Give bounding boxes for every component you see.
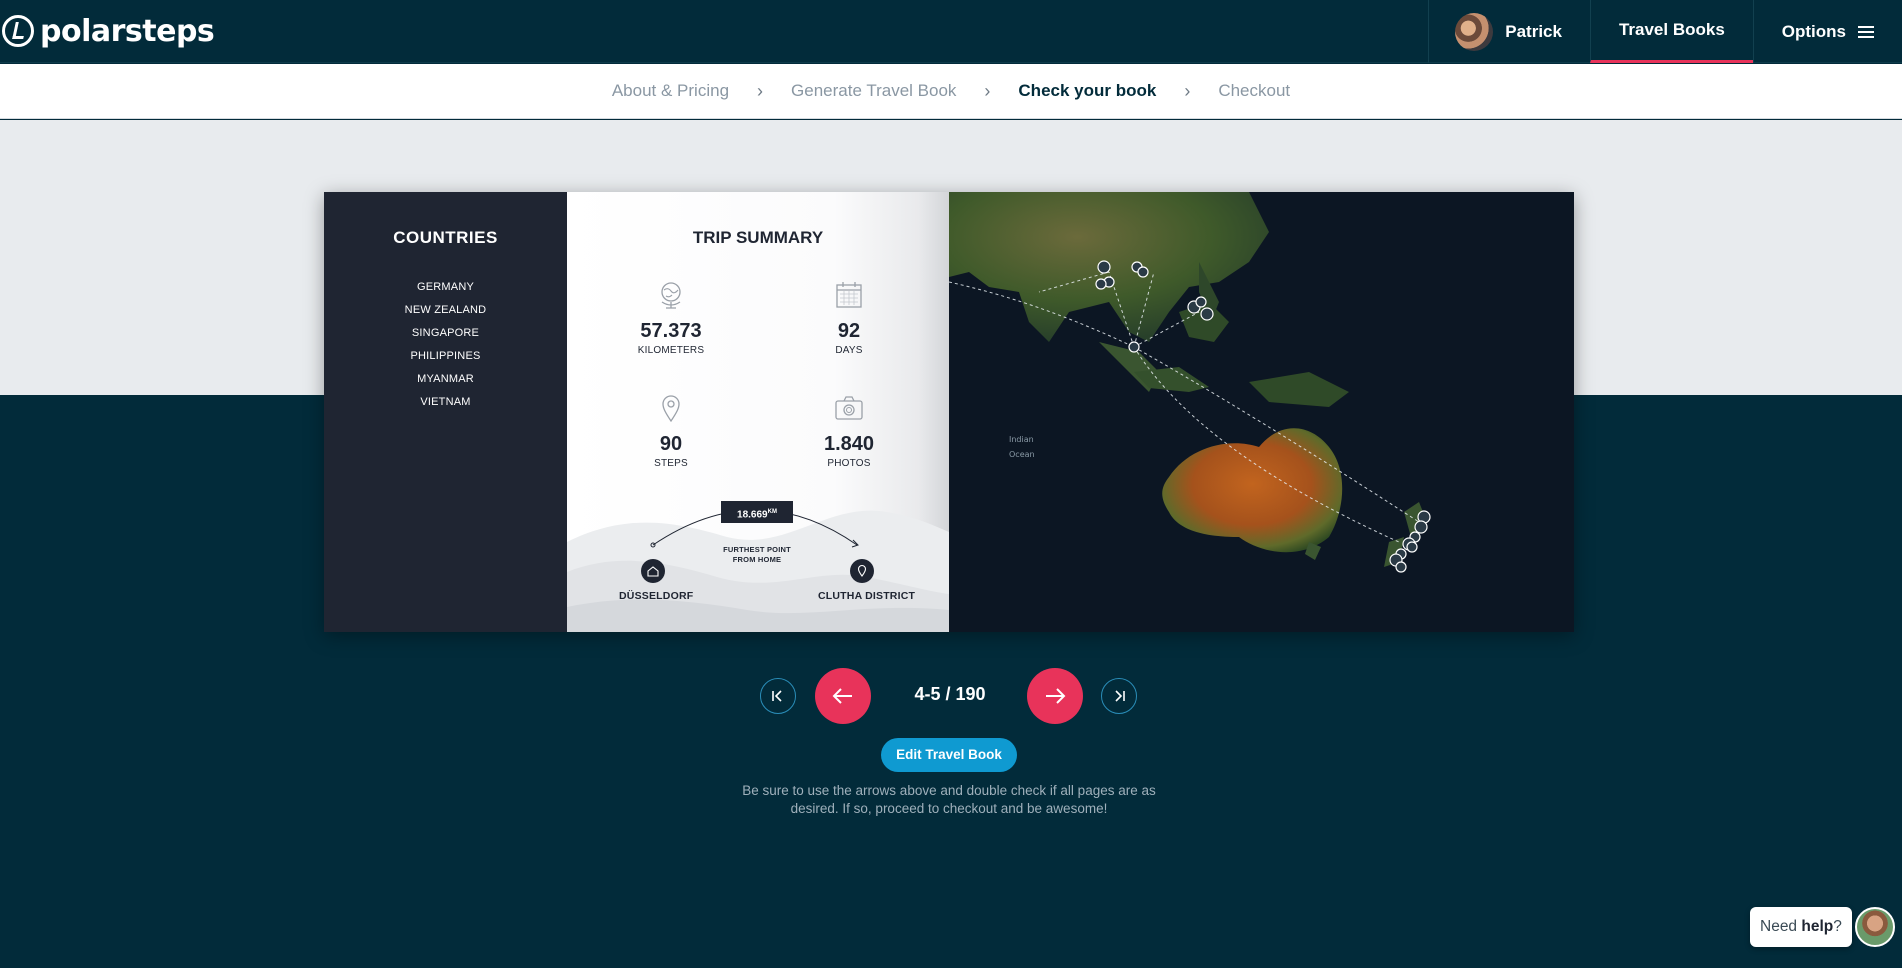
page-counter: 4-5 / 190 (914, 684, 986, 704)
last-page-button[interactable] (1101, 678, 1137, 714)
page-navigation: 4-5 / 190 (0, 668, 1902, 724)
next-page-button[interactable] (1027, 668, 1083, 724)
country-list: GERMANY NEW ZEALAND SINGAPORE PHILIPPINE… (324, 276, 567, 414)
stat-steps: 90 STEPS (611, 393, 731, 469)
first-page-icon (772, 690, 782, 702)
furthest-line2: FROM HOME (732, 555, 782, 564)
support-agent-avatar[interactable] (1855, 907, 1895, 947)
stat-photos-value: 1.840 (823, 433, 875, 455)
furthest-point-caption: FURTHEST POINT FROM HOME (707, 545, 807, 565)
breadcrumb-about-pricing[interactable]: About & Pricing (584, 81, 757, 101)
countries-title: COUNTRIES (393, 228, 498, 247)
help-suffix: ? (1833, 918, 1842, 935)
home-icon (641, 559, 665, 583)
polarsteps-logo-icon (2, 15, 34, 47)
country-item: GERMANY (416, 281, 475, 293)
last-page-icon (1115, 690, 1125, 702)
help-strong: help (1801, 918, 1834, 935)
help-prefix: Need (1760, 918, 1802, 935)
stat-photos: 1.840 PHOTOS (789, 393, 909, 469)
stat-kilometers-value: 57.373 (640, 320, 702, 342)
satellite-map: Indian Ocean (949, 192, 1574, 632)
countries-page: COUNTRIES GERMANY NEW ZEALAND SINGAPORE … (324, 192, 567, 632)
nav-travel-books[interactable]: Travel Books (1589, 0, 1753, 63)
options-label: Options (1781, 21, 1846, 41)
nav-travel-books-label: Travel Books (1618, 20, 1725, 39)
country-item: VIETNAM (420, 396, 471, 408)
svg-text:Indian: Indian (1009, 435, 1034, 444)
hamburger-menu-icon (1858, 25, 1874, 38)
edit-travel-book-button[interactable]: Edit Travel Book (881, 738, 1017, 772)
svg-text:Ocean: Ocean (1009, 450, 1035, 459)
breadcrumb-checkout[interactable]: Checkout (1190, 81, 1318, 101)
furthest-distance-value: 18.669 (737, 509, 768, 521)
options-menu-button[interactable]: Options (1752, 0, 1902, 63)
polarsteps-logo[interactable]: polarsteps (2, 13, 215, 49)
country-item: SINGAPORE (411, 327, 480, 339)
destination-pin-icon (850, 559, 874, 583)
country-item: NEW ZEALAND (404, 304, 487, 316)
country-item: MYANMAR (417, 373, 474, 385)
camera-icon (834, 393, 864, 423)
stat-steps-value: 90 (659, 433, 683, 455)
logo-text: polarsteps (40, 13, 215, 49)
trip-summary-title: TRIP SUMMARY (692, 228, 824, 247)
top-navigation-bar: polarsteps Patrick Travel Books Options (0, 0, 1902, 63)
trip-map-page: Indian Ocean (949, 192, 1574, 632)
globe-icon (656, 280, 686, 310)
furthest-line1: FURTHEST POINT (723, 545, 791, 554)
breadcrumb-check-your-book[interactable]: Check your book (990, 81, 1184, 101)
furthest-distance-badge: 18.669KM (721, 501, 793, 523)
user-name: Patrick (1505, 21, 1562, 41)
location-pin-icon (656, 393, 686, 423)
stat-kilometers-label: KILOMETERS (637, 345, 705, 356)
breadcrumb: About & Pricing › Generate Travel Book ›… (0, 64, 1902, 119)
home-location-label: DÜSSELDORF (619, 590, 694, 602)
country-item: PHILIPPINES (410, 350, 481, 362)
previous-page-button[interactable] (815, 668, 871, 724)
avatar (1455, 12, 1494, 51)
check-pages-hint: Be sure to use the arrows above and doub… (742, 783, 1156, 816)
book-spread-preview: COUNTRIES GERMANY NEW ZEALAND SINGAPORE … (324, 192, 1574, 632)
trip-summary-page: TRIP SUMMARY 57.373 KILOMETERS 92 DAYS 9… (567, 192, 949, 632)
stat-kilometers: 57.373 KILOMETERS (611, 280, 731, 356)
breadcrumb-generate-travel-book[interactable]: Generate Travel Book (763, 81, 984, 101)
first-page-button[interactable] (760, 678, 796, 714)
destination-location-label: CLUTHA DISTRICT (818, 590, 916, 602)
furthest-distance-unit: KM (767, 509, 777, 515)
stat-photos-label: PHOTOS (827, 458, 871, 469)
calendar-icon (834, 280, 864, 310)
user-profile-link[interactable]: Patrick (1428, 0, 1590, 63)
stat-days-label: DAYS (835, 345, 863, 356)
arrow-right-icon (1046, 688, 1066, 704)
arrow-left-icon (832, 688, 852, 704)
stat-steps-label: STEPS (654, 458, 688, 469)
header-right-nav: Patrick Travel Books Options (1428, 0, 1902, 63)
stat-days-value: 92 (837, 320, 861, 342)
need-help-button[interactable]: Need help? (1750, 907, 1852, 947)
stat-days: 92 DAYS (789, 280, 909, 356)
